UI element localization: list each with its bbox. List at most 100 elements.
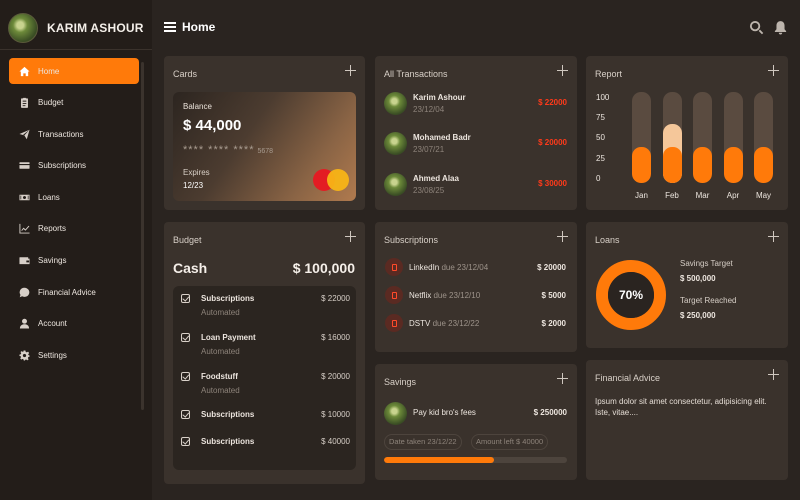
subscription-row[interactable]: Netflix due 23/12/10 $ 5000 [384, 286, 567, 306]
add-transaction-button[interactable] [557, 65, 568, 76]
mastercard-logo [313, 169, 349, 191]
sidebar-item-subscriptions[interactable]: Subscriptions [9, 153, 139, 179]
sidebar-item-reports[interactable]: Reports [9, 216, 139, 242]
menu-toggle-icon[interactable] [164, 22, 176, 32]
sidebar-nav: Home Budget Transactions Subscriptions L… [9, 58, 139, 374]
chart-line-icon [19, 223, 30, 235]
card-title: Loans [595, 235, 620, 245]
card-title: Financial Advice [595, 373, 661, 383]
home-icon [19, 66, 30, 77]
transaction-row[interactable]: Karim Ashour 23/12/04 $ 22000 [384, 92, 567, 118]
report-bar-jan[interactable] [632, 92, 651, 183]
subscription-text: LinkedIn due 23/12/04 [409, 263, 489, 272]
subscriptions-card: Subscriptions LinkedIn due 23/12/04 $ 20… [375, 222, 577, 352]
budget-item-name: Foodstuff [201, 372, 238, 381]
savings-progress-bar [384, 457, 567, 463]
cash-value: $ 100,000 [292, 260, 355, 276]
sidebar-item-savings[interactable]: Savings [9, 248, 139, 274]
budget-card: Budget Cash $ 100,000 Subscriptions Auto… [164, 222, 365, 484]
budget-checkbox[interactable] [181, 437, 190, 446]
subscription-icon [385, 258, 403, 276]
balance-value: $ 44,000 [183, 117, 242, 134]
transaction-row[interactable]: Ahmed Alaa 23/08/25 $ 30000 [384, 173, 567, 199]
sidebar-item-label: Subscriptions [38, 161, 87, 171]
budget-checkbox[interactable] [181, 410, 190, 419]
x-tick-label: Apr [726, 191, 740, 200]
bell-icon[interactable] [773, 20, 788, 35]
x-tick-label: Mar [695, 191, 710, 200]
report-bar-value [662, 146, 682, 183]
card-title: Cards [173, 69, 198, 79]
add-card-button[interactable] [345, 65, 356, 76]
budget-item-amount: $ 16000 [321, 333, 350, 342]
report-bar-mar[interactable] [693, 92, 712, 183]
sidebar-item-settings[interactable]: Settings [9, 342, 139, 368]
subscription-row[interactable]: DSTV due 23/12/22 $ 2000 [384, 314, 567, 334]
budget-item-amount: $ 22000 [321, 294, 350, 303]
clipboard-icon [19, 97, 30, 108]
transaction-amount: $ 30000 [538, 179, 567, 188]
sidebar-item-label: Financial Advice [38, 287, 96, 297]
sidebar-item-budget[interactable]: Budget [9, 90, 139, 116]
sidebar-divider [0, 49, 152, 50]
budget-item-name: Loan Payment [201, 333, 256, 342]
budget-item-amount: $ 10000 [321, 410, 350, 419]
sidebar-item-home[interactable]: Home [9, 58, 139, 84]
add-budget-button[interactable] [345, 231, 356, 242]
report-bar-value [754, 146, 773, 183]
add-advice-button[interactable] [768, 369, 779, 380]
page-title: Home [182, 20, 216, 34]
subscription-row[interactable]: LinkedIn due 23/12/04 $ 20000 [384, 258, 567, 278]
add-loan-button[interactable] [768, 231, 779, 242]
report-bar-apr[interactable] [723, 92, 743, 183]
transaction-name: Karim Ashour [413, 93, 466, 102]
budget-checkbox[interactable] [181, 372, 190, 381]
x-tick-label: Feb [665, 191, 679, 200]
budget-item-sub: Automated [201, 386, 240, 395]
loan-percent: 70% [618, 288, 644, 302]
profile[interactable]: KARIM ASHOUR [8, 13, 144, 43]
subscription-amount: $ 5000 [541, 291, 566, 300]
sidebar-scrollbar[interactable] [141, 62, 144, 410]
report-bar-feb[interactable] [662, 92, 682, 183]
avatar[interactable] [8, 13, 38, 43]
savings-target-value: $ 500,000 [680, 274, 716, 283]
transaction-name: Ahmed Alaa [413, 174, 459, 183]
budget-item-sub: Automated [201, 308, 240, 317]
sidebar-item-financial-advice[interactable]: Financial Advice [9, 279, 139, 305]
add-subscription-button[interactable] [557, 231, 568, 242]
y-tick-label: 100 [596, 93, 610, 102]
transaction-row[interactable]: Mohamed Badr 23/07/21 $ 20000 [384, 132, 567, 158]
add-report-button[interactable] [768, 65, 779, 76]
wallet-icon [19, 255, 30, 266]
search-icon[interactable] [749, 20, 764, 35]
credit-card[interactable]: Balance $ 44,000 **** **** **** 5678 Expi… [173, 92, 356, 201]
budget-checkbox[interactable] [181, 333, 190, 342]
card-number: **** **** **** 5678 [183, 144, 274, 156]
sidebar-item-transactions[interactable]: Transactions [9, 121, 139, 147]
report-bar-value [723, 146, 743, 183]
x-tick-label: May [755, 191, 772, 200]
subscription-text: Netflix due 23/12/10 [409, 291, 481, 300]
sidebar-item-account[interactable]: Account [9, 311, 139, 337]
budget-checkbox[interactable] [181, 294, 190, 303]
sidebar-item-label: Savings [38, 256, 67, 266]
avatar [384, 132, 407, 155]
transaction-amount: $ 20000 [538, 138, 567, 147]
report-card: Report 100 75 50 25 0 Jan Feb Mar Apr May [586, 56, 788, 210]
budget-item-name: Subscriptions [201, 437, 255, 446]
add-savings-button[interactable] [557, 373, 568, 384]
expires-value: 12/23 [183, 181, 204, 190]
y-tick-label: 0 [596, 174, 601, 183]
send-icon [19, 129, 30, 140]
sidebar-item-loans[interactable]: Loans [9, 184, 139, 210]
card-title: Subscriptions [384, 235, 439, 245]
card-icon [19, 160, 30, 171]
savings-goal-amount: $ 250000 [533, 408, 567, 417]
report-bar-may[interactable] [754, 92, 773, 183]
subscription-amount: $ 20000 [537, 263, 566, 272]
subscription-text: DSTV due 23/12/22 [409, 319, 480, 328]
subscription-icon [385, 286, 403, 304]
gear-icon [19, 350, 30, 361]
y-tick-label: 75 [596, 113, 605, 122]
